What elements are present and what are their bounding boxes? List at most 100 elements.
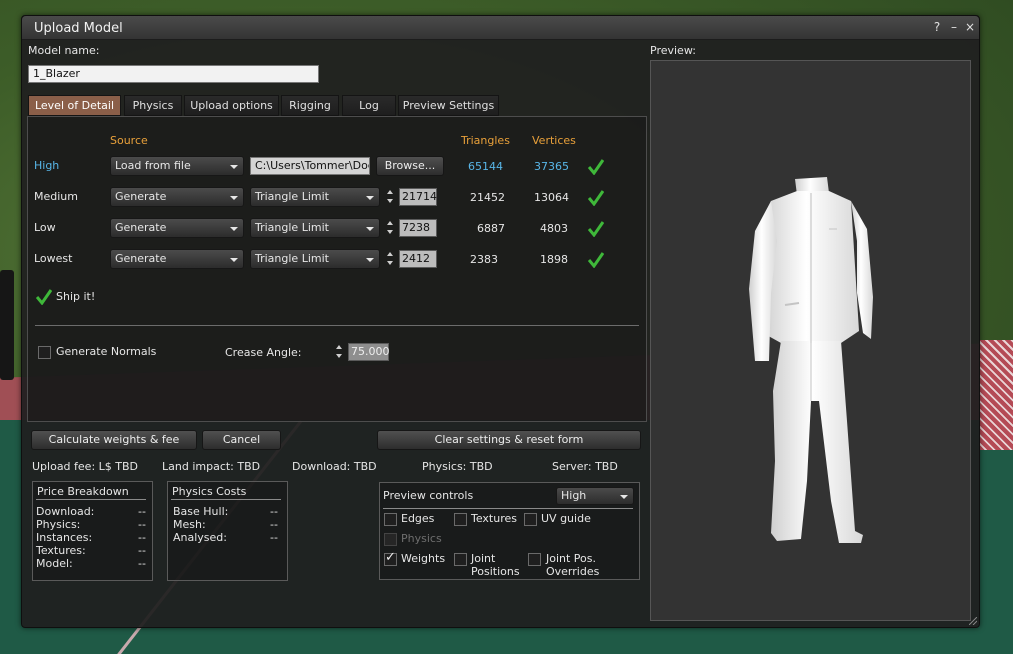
lod-medium-triangles: 21452 [470,191,505,204]
crease-angle-label: Crease Angle: [225,346,302,359]
physics-costs-title: Physics Costs [172,485,247,498]
chevron-down-icon [230,258,238,262]
chevron-down-icon [366,258,374,262]
tab-rigging[interactable]: Rigging [281,95,339,116]
lod-medium-method-select[interactable]: Triangle Limit [250,187,380,207]
price-instances-label: Instances: [36,531,93,544]
lod-low-method-value: Triangle Limit [255,221,329,234]
joint-positions-checkbox[interactable] [454,553,467,566]
joint-positions-label-line1: Joint [471,552,496,565]
price-model-label: Model: [36,557,73,570]
physics-preview-checkbox[interactable] [384,533,397,546]
minimize-icon[interactable]: – [947,20,961,34]
preview-lod-select[interactable]: High [556,487,634,505]
price-model-value: -- [138,557,146,570]
joint-overrides-checkbox[interactable] [528,553,541,566]
mesh-cost-value: -- [270,518,278,531]
joint-overrides-label-line2: Overrides [546,565,600,578]
close-icon[interactable]: × [963,20,977,34]
lod-medium-vertices: 13064 [534,191,569,204]
generate-normals-checkbox[interactable] [38,346,51,359]
preview-lod-value: High [561,489,587,502]
lod-lowest-method-value: Triangle Limit [255,252,329,265]
physics-costs-box: Physics Costs Base Hull: -- Mesh: -- Ana… [167,481,288,581]
help-icon[interactable]: ? [930,20,944,34]
lod-high-triangles: 65144 [468,160,503,173]
crease-angle-input[interactable]: 75.000 [348,343,390,361]
price-breakdown-box: Price Breakdown Download: -- Physics: --… [32,481,153,581]
price-physics-value: -- [138,518,146,531]
lod-low-method-select[interactable]: Triangle Limit [250,218,380,238]
uv-guide-checkbox[interactable] [524,513,537,526]
tab-preview-settings[interactable]: Preview Settings [398,95,499,116]
mesh-cost-label: Mesh: [173,518,206,531]
lod-medium-source-value: Generate [115,190,167,203]
resize-handle-icon[interactable] [969,617,977,625]
preview-controls-box: Preview controls High Edges Textures UV … [379,482,640,580]
lod-high-label: High [34,159,60,172]
lod-lowest-limit-input[interactable]: 2412 [399,250,437,268]
lod-medium-label: Medium [34,190,78,203]
lod-high-source-value: Load from file [115,159,191,172]
check-ok-icon [588,221,604,237]
stepper-down-icon[interactable] [387,261,393,265]
joint-overrides-label-line1: Joint Pos. [546,552,597,565]
browse-button[interactable]: Browse... [376,156,444,176]
calculate-weights-button[interactable]: Calculate weights & fee [31,430,197,450]
divider [383,508,633,509]
stepper-down-icon[interactable] [387,230,393,234]
joint-positions-label-line2: Positions [471,565,520,578]
stepper-down-icon[interactable] [387,199,393,203]
tab-physics[interactable]: Physics [124,95,182,116]
lamp-post [0,270,14,380]
check-ok-icon [588,252,604,268]
tab-level-of-detail[interactable]: Level of Detail [28,95,121,116]
stepper-up-icon[interactable] [387,221,393,225]
lod-high-source-select[interactable]: Load from file [110,156,244,176]
lod-lowest-vertices: 1898 [540,253,568,266]
divider [35,325,639,326]
analysed-label: Analysed: [173,531,227,544]
lod-low-source-select[interactable]: Generate [110,218,244,238]
stepper-up-icon[interactable] [387,252,393,256]
analysed-value: -- [270,531,278,544]
model-name-input[interactable]: 1_Blazer [28,65,319,83]
preview-controls-title: Preview controls [383,489,474,502]
price-download-label: Download: [36,505,95,518]
edges-checkbox[interactable] [384,513,397,526]
lod-medium-source-select[interactable]: Generate [110,187,244,207]
textures-checkbox[interactable] [454,513,467,526]
lod-lowest-method-select[interactable]: Triangle Limit [250,249,380,269]
model-preview-viewport[interactable] [650,60,971,621]
textures-label: Textures [471,512,517,525]
lod-high-file-path-input[interactable]: C:\Users\Tommer\Doc [250,157,370,175]
base-hull-label: Base Hull: [173,505,229,518]
ship-it-check-icon [36,289,52,305]
vertices-header: Vertices [532,134,576,147]
cancel-button[interactable]: Cancel [202,430,281,450]
price-breakdown-title: Price Breakdown [37,485,129,498]
lod-medium-limit-stepper[interactable] [384,187,398,207]
lod-lowest-triangles: 2383 [470,253,498,266]
lod-lowest-limit-stepper[interactable] [384,249,398,269]
checkmark-icon: ✓ [385,550,396,565]
weights-checkbox[interactable]: ✓ [384,550,397,566]
title-bar[interactable]: Upload Model ? – × [22,16,979,40]
clear-settings-button[interactable]: Clear settings & reset form [377,430,641,450]
chevron-down-icon [620,495,628,499]
stepper-down-icon[interactable] [336,354,342,358]
price-physics-label: Physics: [36,518,81,531]
tab-upload-options[interactable]: Upload options [184,95,279,116]
preview-label: Preview: [650,44,696,57]
stepper-up-icon[interactable] [387,190,393,194]
tab-log[interactable]: Log [342,95,396,116]
stepper-up-icon[interactable] [336,345,342,349]
lod-lowest-source-select[interactable]: Generate [110,249,244,269]
lod-low-source-value: Generate [115,221,167,234]
lod-low-limit-stepper[interactable] [384,218,398,238]
lod-medium-limit-input[interactable]: 21714 [399,188,437,206]
lod-low-limit-input[interactable]: 7238 [399,219,437,237]
crease-angle-stepper[interactable] [333,342,347,362]
divider [36,499,146,500]
uv-guide-label: UV guide [541,512,591,525]
